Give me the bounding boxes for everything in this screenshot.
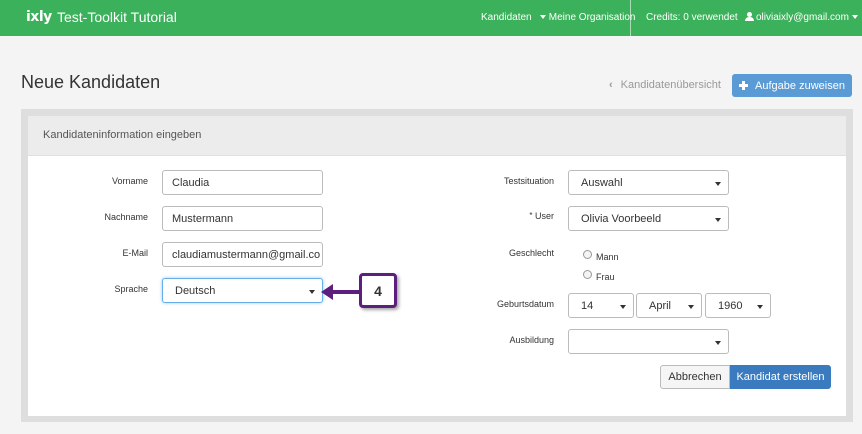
gender-male-radio[interactable] [583, 250, 592, 259]
firstname-field[interactable]: Claudia [162, 170, 323, 195]
assign-task-label: Aufgabe zuweisen [755, 79, 845, 92]
gender-male-label: Mann [596, 252, 619, 262]
chevron-down-icon [851, 15, 858, 20]
cancel-button[interactable]: Abbrechen [660, 365, 730, 389]
candidate-overview-link[interactable]: ‹ Kandidatenübersicht [609, 79, 721, 91]
nav-credits: Credits: 0 verwendet [646, 12, 738, 23]
birth-year-select[interactable]: 1960 [705, 293, 771, 318]
panel-heading-text: Kandidateninformation eingeben [43, 129, 202, 141]
user-label: * User [529, 211, 554, 221]
chevron-down-icon [620, 305, 626, 309]
gender-female-label: Frau [596, 272, 615, 282]
birthdate-label: Geburtsdatum [496, 299, 554, 309]
user-label-text: User [534, 211, 554, 221]
chevron-left-icon: ‹ [609, 79, 613, 91]
nav-organisation-label: Meine Organisation [548, 12, 636, 23]
callout-arrow [321, 284, 360, 300]
chevron-down-icon [757, 305, 763, 309]
plus-icon [739, 81, 749, 90]
nav-divider [630, 0, 631, 36]
user-icon [745, 12, 754, 21]
email-label: E-Mail [122, 248, 148, 258]
email-field[interactable]: claudiamustermann@gmail.co [162, 242, 323, 267]
assign-task-button[interactable]: Aufgabe zuweisen [732, 74, 852, 97]
top-navbar: ixly Test-Toolkit Tutorial Kandidaten Me… [0, 0, 862, 36]
test-situation-label: Testsituation [503, 176, 554, 186]
step-callout-badge: 4 [359, 273, 397, 308]
birth-day-select[interactable]: 14 [568, 293, 634, 318]
birth-month-value: April [649, 300, 672, 312]
overview-link-label: Kandidatenübersicht [620, 79, 721, 91]
gender-female-radio[interactable] [583, 270, 592, 279]
nav-candidates-link[interactable]: Kandidaten [481, 12, 532, 23]
lastname-field[interactable]: Mustermann [162, 206, 323, 231]
birth-month-select[interactable]: April [636, 293, 702, 318]
birth-day-value: 14 [581, 300, 594, 312]
nav-user-menu[interactable]: oliviaixly@gmail.com [745, 12, 858, 23]
page-title: Neue Kandidaten [21, 72, 161, 92]
language-select-value: Deutsch [175, 285, 216, 297]
user-select[interactable]: Olivia Voorbeeld [568, 206, 729, 231]
chevron-down-icon [688, 305, 694, 309]
language-select[interactable]: Deutsch [162, 278, 323, 303]
education-label: Ausbildung [509, 335, 554, 345]
ixly-logo[interactable]: ixly [26, 9, 52, 25]
education-select[interactable] [568, 329, 729, 354]
chevron-down-icon [715, 218, 721, 222]
lastname-label: Nachname [104, 212, 148, 222]
chevron-down-icon [540, 15, 546, 20]
create-candidate-button[interactable]: Kandidat erstellen [730, 365, 831, 389]
test-situation-select[interactable]: Auswahl [568, 170, 729, 195]
chevron-down-icon [715, 341, 721, 345]
birth-year-value: 1960 [718, 300, 743, 312]
test-situation-value: Auswahl [581, 177, 623, 189]
required-marker: * [529, 211, 533, 220]
user-select-value: Olivia Voorbeeld [581, 213, 662, 225]
nav-user-email: oliviaixly@gmail.com [756, 12, 849, 23]
chevron-down-icon [309, 290, 315, 294]
firstname-label: Vorname [111, 176, 148, 186]
language-label: Sprache [114, 284, 148, 294]
app-title[interactable]: Test-Toolkit Tutorial [57, 9, 177, 25]
chevron-down-icon [715, 182, 721, 186]
nav-organisation-menu[interactable]: Meine Organisation [540, 12, 636, 23]
gender-label: Geschlecht [508, 248, 554, 258]
